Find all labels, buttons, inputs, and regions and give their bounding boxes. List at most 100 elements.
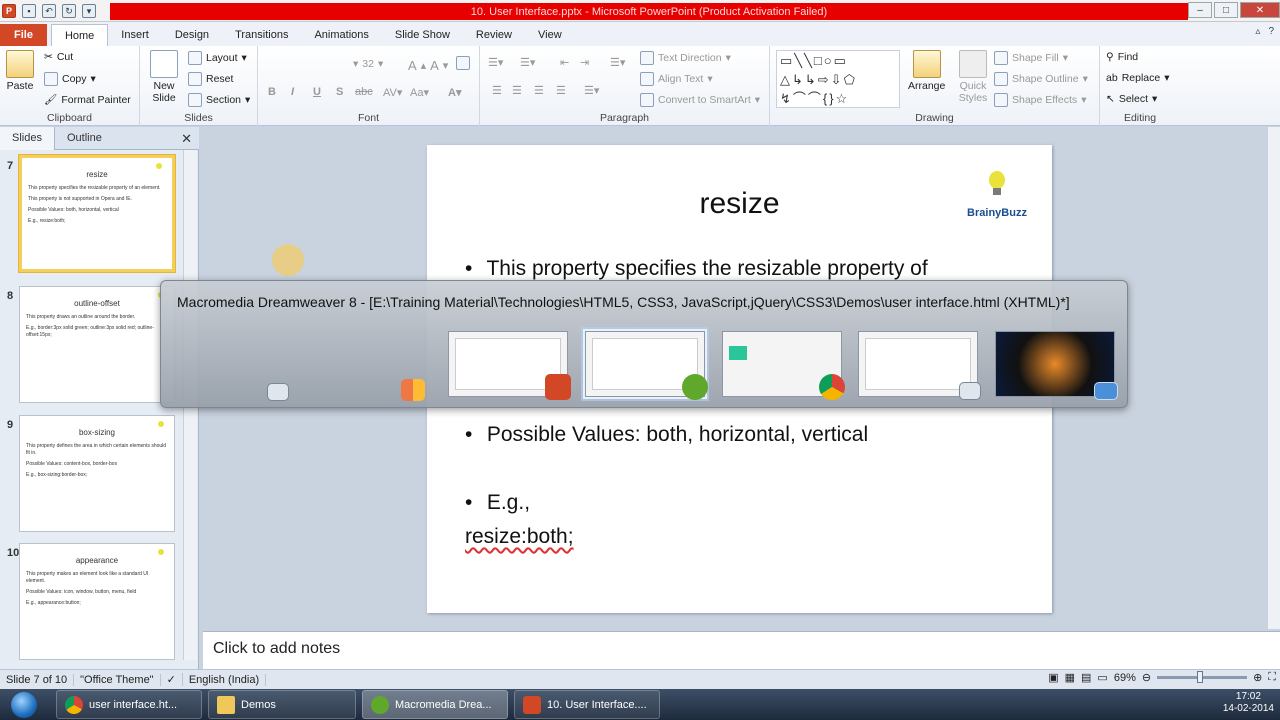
powerpoint-icon[interactable]: P: [2, 4, 16, 18]
select-button[interactable]: ↖ Select ▾: [1106, 93, 1157, 105]
arrange-button[interactable]: Arrange: [908, 50, 945, 92]
pen-icon: [994, 72, 1008, 86]
spell-check-icon[interactable]: ✓: [161, 673, 183, 686]
slide-thumbnail-10[interactable]: appearance This property makes an elemen…: [19, 543, 175, 660]
find-button[interactable]: ⚲ Find: [1106, 51, 1138, 63]
tab-home[interactable]: Home: [50, 24, 109, 46]
strikethrough-icon[interactable]: abc: [355, 86, 373, 98]
normal-view-icon[interactable]: ▣: [1048, 671, 1058, 684]
align-right-icon[interactable]: ☰: [534, 84, 544, 97]
line-spacing-icon[interactable]: ☰▾: [610, 56, 625, 69]
quick-styles-button[interactable]: Quick Styles: [956, 50, 990, 104]
reset-button[interactable]: Reset: [188, 72, 233, 86]
zoom-slider[interactable]: [1157, 671, 1248, 683]
language-indicator[interactable]: English (India): [183, 673, 267, 686]
switcher-flip[interactable]: [311, 331, 431, 401]
tab-file[interactable]: File: [0, 24, 47, 46]
align-text-button[interactable]: Align Text ▾: [640, 72, 713, 86]
tab-design[interactable]: Design: [162, 24, 222, 46]
paste-button[interactable]: Paste: [6, 50, 34, 92]
cut-button[interactable]: ✂ Cut: [44, 51, 73, 63]
align-left-icon[interactable]: ☰: [492, 84, 502, 97]
slide-thumbnail-8[interactable]: outline-offset This property draws an ou…: [19, 286, 175, 403]
taskbar-powerpoint[interactable]: 10. User Interface....: [514, 690, 660, 719]
tab-insert[interactable]: Insert: [108, 24, 162, 46]
tab-outline[interactable]: Outline: [55, 127, 114, 150]
convert-smartart-button[interactable]: Convert to SmartArt ▾: [640, 93, 760, 107]
tab-slide-show[interactable]: Slide Show: [382, 24, 463, 46]
switcher-chrome[interactable]: [722, 331, 845, 400]
slide-title[interactable]: resize: [427, 187, 1052, 221]
change-case-icon[interactable]: Aa▾: [410, 86, 429, 99]
save-icon[interactable]: ▪: [22, 4, 36, 18]
switcher-explorer[interactable]: [858, 331, 981, 400]
shadow-icon[interactable]: S: [336, 86, 343, 98]
customize-qat-icon[interactable]: ▾: [82, 4, 96, 18]
zoom-level[interactable]: 69%: [1114, 672, 1136, 684]
zoom-out-icon[interactable]: ⊖: [1142, 671, 1151, 684]
tab-animations[interactable]: Animations: [301, 24, 381, 46]
start-button[interactable]: [4, 689, 44, 720]
copy-button[interactable]: Copy ▾: [44, 72, 96, 86]
decrease-indent-icon[interactable]: ⇤: [560, 56, 569, 69]
bold-icon[interactable]: B: [268, 86, 276, 98]
shape-outline-button[interactable]: Shape Outline ▾: [994, 72, 1088, 86]
spacing-icon[interactable]: AV▾: [383, 86, 402, 99]
underline-icon[interactable]: U: [313, 86, 321, 98]
slide-bullet[interactable]: • Possible Values: both, horizontal, ver…: [465, 423, 868, 447]
justify-icon[interactable]: ☰: [556, 84, 566, 97]
slide-thumbnail-7[interactable]: resize This property specifies the resiz…: [19, 155, 175, 272]
slide-bullet[interactable]: • E.g.,: [465, 491, 530, 515]
shape-fill-button[interactable]: Shape Fill ▾: [994, 51, 1068, 65]
taskbar-dreamweaver[interactable]: Macromedia Drea...: [362, 690, 508, 719]
minimize-button[interactable]: –: [1188, 2, 1212, 18]
numbering-icon[interactable]: ☰▾: [520, 56, 535, 69]
close-button[interactable]: ✕: [1240, 2, 1280, 18]
section-button[interactable]: Section ▾: [188, 93, 250, 107]
italic-icon[interactable]: I: [291, 86, 294, 98]
align-center-icon[interactable]: ☰: [512, 84, 522, 97]
reading-view-icon[interactable]: ▤: [1081, 671, 1091, 684]
layout-button[interactable]: Layout ▾: [188, 51, 247, 65]
replace-button[interactable]: ab Replace ▾: [1106, 72, 1170, 84]
new-slide-button[interactable]: New Slide: [146, 50, 182, 104]
system-clock[interactable]: 17:02 14-02-2014: [1223, 691, 1274, 715]
switcher-dreamweaver[interactable]: [583, 329, 708, 400]
shapes-gallery[interactable]: ▭╲╲□○▭ △↳↳⇨⇩⬠ ↯⌒⌒{}☆: [776, 50, 900, 108]
slide-thumbnail-9[interactable]: box-sizing This property defines the are…: [19, 415, 175, 532]
text-direction-button[interactable]: Text Direction ▾: [640, 51, 731, 65]
switcher-powerpoint[interactable]: [448, 331, 571, 400]
redo-icon[interactable]: ↻: [62, 4, 76, 18]
format-painter-button[interactable]: 🖌 Format Painter: [44, 93, 131, 107]
grow-font-icon[interactable]: A ▴ A ▾: [408, 58, 448, 73]
tab-transitions[interactable]: Transitions: [222, 24, 301, 46]
tab-view[interactable]: View: [525, 24, 575, 46]
clear-formatting-icon[interactable]: [456, 56, 470, 70]
font-size-box[interactable]: ▾ 32 ▾: [353, 58, 383, 70]
help-icon[interactable]: ?: [1268, 26, 1274, 37]
undo-icon[interactable]: ↶: [42, 4, 56, 18]
slideshow-icon[interactable]: ▭: [1097, 671, 1107, 684]
canvas-scrollbar[interactable]: [1268, 127, 1280, 629]
tab-slides[interactable]: Slides: [0, 126, 55, 150]
notes-pane[interactable]: Click to add notes: [203, 631, 1280, 669]
close-panel-icon[interactable]: ✕: [181, 131, 192, 147]
bullets-icon[interactable]: ☰▾: [488, 56, 503, 69]
slide-code-text[interactable]: resize:both;: [465, 525, 574, 549]
maximize-button[interactable]: □: [1214, 2, 1238, 18]
tab-review[interactable]: Review: [463, 24, 525, 46]
switcher-media[interactable]: [995, 331, 1118, 400]
columns-icon[interactable]: ☰▾: [584, 84, 599, 97]
taskbar-chrome[interactable]: user interface.ht...: [56, 690, 202, 719]
switcher-desktop[interactable]: [177, 331, 297, 401]
slide-bullet[interactable]: • This property specifies the resizable …: [465, 257, 928, 281]
taskbar-explorer[interactable]: Demos: [208, 690, 356, 719]
font-color-icon[interactable]: A▾: [448, 86, 461, 99]
increase-indent-icon[interactable]: ⇥: [580, 56, 589, 69]
fit-slide-icon[interactable]: ⛶: [1268, 671, 1276, 684]
shape-effects-button[interactable]: Shape Effects ▾: [994, 93, 1086, 107]
ribbon-minimize-icon[interactable]: ▵: [1255, 26, 1260, 37]
zoom-in-icon[interactable]: ⊕: [1253, 671, 1262, 684]
theme-name[interactable]: "Office Theme": [74, 673, 161, 686]
slide-sorter-icon[interactable]: ▦: [1065, 671, 1075, 684]
